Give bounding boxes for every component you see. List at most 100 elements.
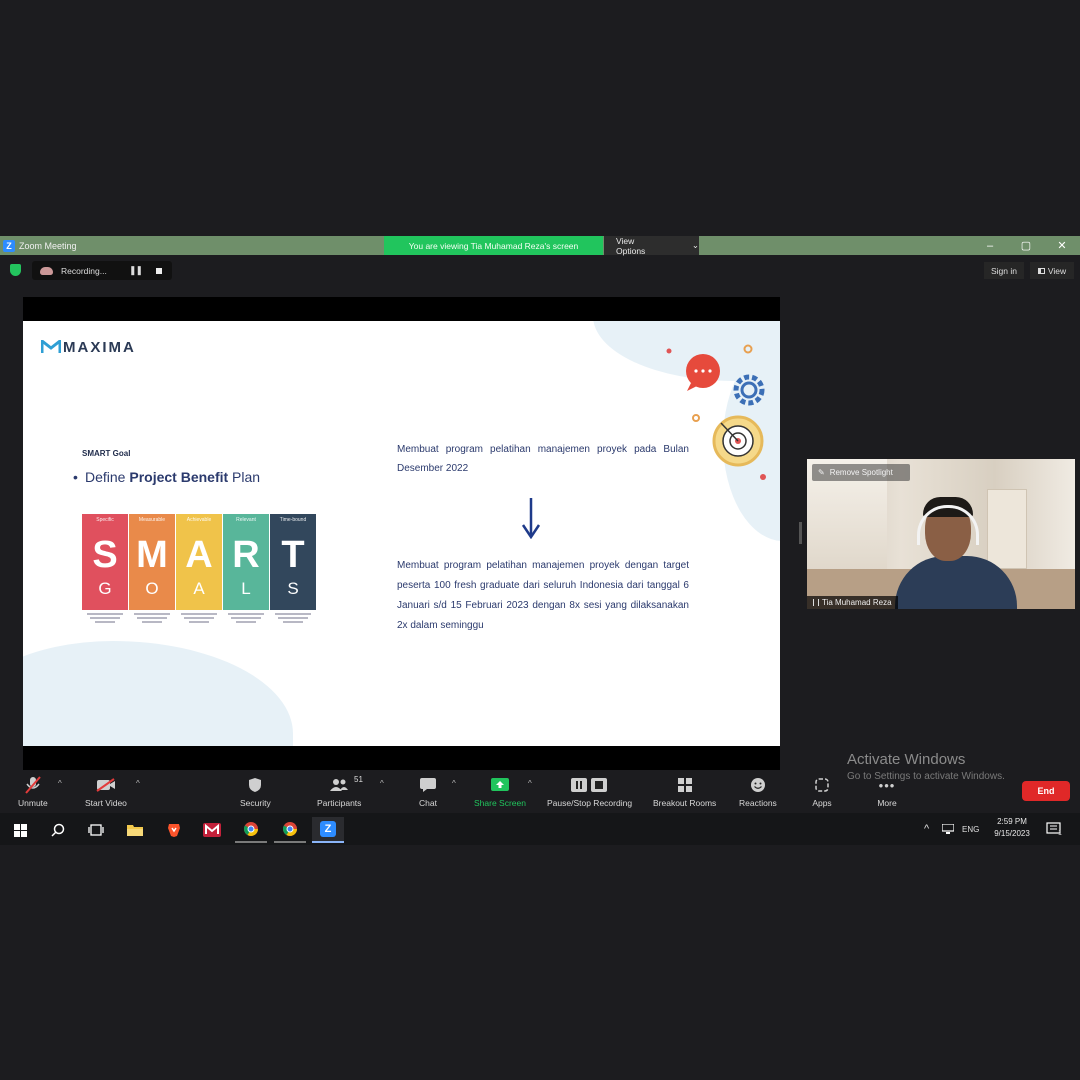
chrome-icon[interactable] — [235, 817, 267, 843]
network-icon[interactable] — [942, 813, 954, 845]
minimize-button[interactable]: – — [972, 236, 1008, 255]
reactions-button[interactable]: Reactions — [739, 775, 777, 808]
background-door — [987, 489, 1027, 569]
presentation-slide: MAXIMA SMART Goal • Define Project Benef… — [23, 321, 780, 746]
screen: Z Zoom Meeting You are viewing Tia Muham… — [0, 0, 1080, 1080]
smart-tile-caption — [129, 613, 175, 627]
security-button[interactable]: Security — [240, 775, 271, 808]
smart-tile: Measurable M O — [129, 514, 175, 627]
maxima-logo-text: MAXIMA — [63, 339, 136, 356]
windows-start-icon[interactable] — [4, 817, 36, 843]
smart-tile-caption — [82, 613, 128, 627]
close-button[interactable]: ✕ — [1044, 236, 1080, 255]
layout-icon — [1037, 267, 1045, 274]
smart-tile-heading: Specific — [96, 517, 114, 523]
clock-date: 9/15/2023 — [994, 829, 1030, 838]
smart-tile-caption — [270, 613, 316, 627]
input-language[interactable]: ENG — [962, 813, 979, 845]
participants-icon — [329, 775, 349, 795]
clock-time: 2:59 PM — [997, 817, 1027, 826]
share-screen-label: Share Screen — [474, 798, 526, 808]
participant-video-tile[interactable]: ✎ Remove Spotlight Tia Muhamad Reza — [807, 459, 1075, 609]
target-icon — [712, 415, 764, 467]
heading-bold: Project Benefit — [129, 469, 229, 485]
stop-recording-icon[interactable] — [156, 267, 163, 274]
maxima-logo-icon — [41, 340, 61, 353]
shield-icon — [245, 775, 265, 795]
panel-splitter-handle[interactable] — [799, 522, 802, 544]
file-explorer-icon[interactable] — [119, 817, 151, 843]
share-options-caret-icon[interactable]: ^ — [528, 779, 532, 788]
window-controls: – ▢ ✕ — [972, 236, 1080, 255]
remove-spotlight-button[interactable]: ✎ Remove Spotlight — [812, 464, 910, 481]
more-label: More — [877, 798, 897, 808]
view-button[interactable]: View — [1030, 262, 1074, 279]
participants-label: Participants — [317, 798, 362, 808]
unmute-button[interactable]: Unmute — [18, 775, 48, 808]
sign-in-button[interactable]: Sign in — [984, 262, 1024, 279]
security-label: Security — [240, 798, 271, 808]
smart-tile: Relevant R L — [223, 514, 269, 627]
smart-tile-letter: R — [232, 534, 260, 576]
smart-goals-graphic: Specific S G Measurable M O Achievable A A Releva… — [82, 514, 316, 627]
chrome-profile-icon[interactable] — [274, 817, 306, 843]
gear-icon — [733, 374, 765, 406]
share-screen-icon — [490, 775, 510, 795]
show-hidden-icons[interactable]: ^ — [924, 813, 929, 845]
encryption-shield-icon[interactable] — [10, 264, 21, 276]
cloud-record-icon — [40, 266, 53, 275]
chat-icon — [418, 775, 438, 795]
heading-pre: Define — [85, 469, 130, 485]
system-clock[interactable]: 2:59 PM 9/15/2023 — [988, 816, 1036, 840]
bullet: • — [73, 469, 78, 485]
remove-spotlight-label: Remove Spotlight — [829, 468, 893, 477]
goals-tile-letter: S — [287, 579, 299, 598]
participants-options-caret-icon[interactable]: ^ — [380, 779, 384, 788]
zoom-taskbar-icon[interactable]: Z — [312, 817, 344, 843]
dot — [760, 474, 766, 480]
title-bar: Z Zoom Meeting You are viewing Tia Muham… — [0, 236, 1080, 256]
smart-tile: Specific S G — [82, 514, 128, 627]
apps-button[interactable]: Apps — [812, 775, 832, 808]
view-options-button[interactable]: View Options ⌄ — [604, 236, 699, 256]
share-screen-button[interactable]: Share Screen — [474, 775, 526, 808]
heading-post: Plan — [228, 469, 261, 485]
more-button[interactable]: ••• More — [877, 775, 897, 809]
breakout-rooms-button[interactable]: Breakout Rooms — [653, 775, 716, 808]
task-view-icon[interactable] — [80, 817, 112, 843]
chat-label: Chat — [419, 798, 437, 808]
breakout-rooms-label: Breakout Rooms — [653, 798, 717, 808]
smart-tile-heading: Time-bound — [279, 517, 307, 523]
chat-button[interactable]: Chat — [418, 775, 438, 808]
more-dots-icon: ••• — [878, 777, 896, 793]
audio-options-caret-icon[interactable]: ^ — [58, 779, 62, 788]
brave-browser-icon[interactable] — [158, 817, 190, 843]
participants-count: 51 — [354, 775, 363, 784]
windows-taskbar: Z ^ ENG 2:59 PM 9/15/2023 1 — [0, 813, 1080, 845]
end-meeting-button[interactable]: End — [1022, 781, 1070, 801]
apps-label: Apps — [812, 798, 832, 808]
smart-tile-caption — [176, 613, 222, 627]
smart-tile-letter: T — [281, 534, 305, 576]
dot — [666, 348, 672, 354]
dot — [692, 414, 700, 422]
smart-tile-block: Measurable M O — [129, 514, 175, 610]
pause-stop-icons — [570, 775, 610, 795]
app-m-icon[interactable] — [196, 817, 228, 843]
smart-tile: Time-bound T S — [270, 514, 316, 627]
smart-goal-label: SMART Goal — [82, 449, 131, 458]
smart-tile: Achievable A A — [176, 514, 222, 627]
goals-tile-letter: A — [193, 579, 205, 598]
pause-recording-icon[interactable]: ❚❚ — [129, 265, 143, 276]
notifications-icon[interactable]: 1 — [1046, 813, 1062, 845]
search-icon[interactable] — [42, 817, 74, 843]
video-options-caret-icon[interactable]: ^ — [136, 779, 140, 788]
restore-button[interactable]: ▢ — [1008, 236, 1044, 255]
unmute-label: Unmute — [18, 798, 48, 808]
viewing-banner: You are viewing Tia Muhamad Reza's scree… — [384, 236, 603, 255]
apps-icon — [812, 775, 832, 795]
goal-before-text: Membuat program pelatihan manajemen proy… — [397, 444, 689, 474]
start-video-button[interactable]: Start Video — [85, 775, 127, 808]
chat-options-caret-icon[interactable]: ^ — [452, 779, 456, 788]
pause-stop-recording-button[interactable]: Pause/Stop Recording — [547, 775, 632, 808]
